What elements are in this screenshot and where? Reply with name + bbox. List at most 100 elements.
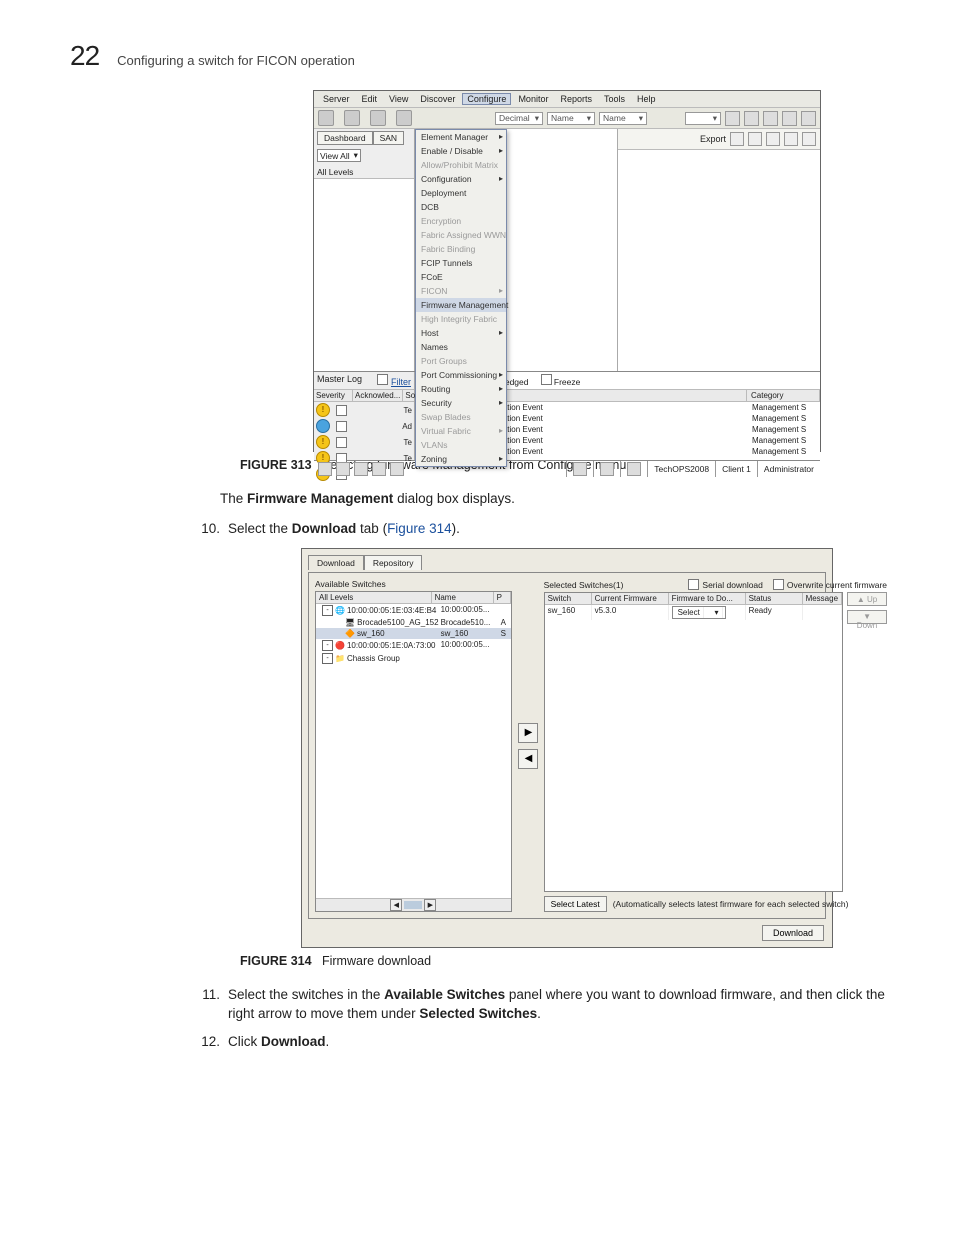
selected-switch-row[interactable]: sw_160 v5.3.0 Select▾ Ready [545,605,842,620]
download-button[interactable]: Download [762,925,824,941]
col-origin[interactable]: Origin [478,390,747,401]
menu-item[interactable]: Names [416,340,506,354]
toolbar-icon[interactable] [318,110,334,126]
menu-monitor[interactable]: Monitor [513,93,553,105]
move-right-button[interactable]: ▶ [518,723,538,743]
tree-row[interactable]: -🔴10:00:00:05:1E:0A:73:0010:00:00:05... [316,639,511,652]
figure-314-link[interactable]: Figure 314 [387,521,452,536]
filter-link[interactable]: Filter [391,377,411,387]
toolbar-icon[interactable] [725,111,740,126]
col-switch[interactable]: Switch [545,593,592,604]
toolbar-icon[interactable] [802,132,816,146]
menu-help[interactable]: Help [632,93,661,105]
col-firmware-todo[interactable]: Firmware to Do... [669,593,746,604]
col-severity[interactable]: Severity [314,390,353,401]
fit-icon[interactable] [766,132,780,146]
freeze-checkbox[interactable] [541,374,552,385]
toolbar-combo[interactable]: ▾ [685,112,721,125]
overwrite-checkbox[interactable] [773,579,784,590]
menu-item[interactable]: DCB [416,200,506,214]
firmware-select-combo[interactable]: Select▾ [672,606,726,619]
menu-item[interactable]: Deployment [416,186,506,200]
tab-dashboard[interactable]: Dashboard [317,131,373,145]
col-current-firmware[interactable]: Current Firmware [592,593,669,604]
view-all-combo[interactable]: View All▾ [317,149,361,162]
log-row[interactable]: Ad [314,418,414,434]
status-icon[interactable] [372,462,386,476]
configure-dropdown[interactable]: Element ManagerEnable / DisableAllow/Pro… [415,129,507,467]
move-up-button[interactable]: ▲ Up [847,592,887,606]
menu-item: VLANs [416,438,506,452]
menu-discover[interactable]: Discover [415,93,460,105]
zoom-in-icon[interactable] [730,132,744,146]
col-all-levels[interactable]: All Levels [316,592,432,603]
menu-item[interactable]: Security [416,396,506,410]
decimal-dropdown[interactable]: Decimal▾ [495,112,543,125]
menu-item[interactable]: Element Manager [416,130,506,144]
menu-item[interactable]: Enable / Disable [416,144,506,158]
ack-checkbox[interactable] [336,437,347,448]
tree-row[interactable]: -📁Chassis Group [316,652,511,665]
severity-icon [316,419,330,433]
menu-server[interactable]: Server [318,93,355,105]
expand-icon[interactable]: - [322,605,333,616]
move-left-button[interactable]: ◀ [518,749,538,769]
log-row[interactable]: Te [314,402,414,418]
menu-tools[interactable]: Tools [599,93,630,105]
name-dropdown[interactable]: Name▾ [599,112,647,125]
col-acknowledged[interactable]: Acknowled... [353,390,403,401]
log-row[interactable]: Te [314,434,414,450]
tab-repository[interactable]: Repository [364,555,423,570]
move-down-button[interactable]: ▼ Down [847,610,887,624]
menu-item[interactable]: FCoE [416,270,506,284]
col-name[interactable]: Name [432,592,494,603]
menubar[interactable]: Server Edit View Discover Configure Moni… [314,91,820,108]
tree-row[interactable]: -🌐10:00:00:05:1E:03:4E:B410:00:00:05... [316,604,511,617]
filter-checkbox[interactable] [377,374,388,385]
horizontal-scrollbar[interactable]: ◀▶ [316,898,511,911]
menu-reports[interactable]: Reports [555,93,597,105]
scroll-left-icon[interactable]: ◀ [390,899,402,911]
tree-row[interactable]: 🖥Brocade5100_AG_152Brocade510...A [316,617,511,628]
serial-download-checkbox[interactable] [688,579,699,590]
expand-icon[interactable]: - [322,640,333,651]
menu-item[interactable]: Zoning [416,452,506,466]
status-icon[interactable] [354,462,368,476]
node-icon: 📁 [335,654,345,663]
toolbar-icon[interactable] [784,132,798,146]
col-category[interactable]: Category [747,390,820,401]
menu-configure[interactable]: Configure [462,93,511,105]
toolbar-icon[interactable] [763,111,778,126]
status-icon[interactable] [336,462,350,476]
col-status[interactable]: Status [746,593,803,604]
toolbar-icon[interactable] [344,110,360,126]
expand-icon[interactable]: - [322,653,333,664]
col-message[interactable]: Message [803,593,842,604]
menu-edit[interactable]: Edit [357,93,383,105]
overwrite-label: Overwrite current firmware [787,580,887,590]
toolbar-icon[interactable] [744,111,759,126]
tab-san[interactable]: SAN [373,131,404,145]
scroll-right-icon[interactable]: ▶ [424,899,436,911]
toolbar-icon[interactable] [782,111,797,126]
menu-item[interactable]: Configuration [416,172,506,186]
menu-item[interactable]: Firmware Management [416,298,506,312]
ack-checkbox[interactable] [336,405,347,416]
menu-item[interactable]: Host [416,326,506,340]
ack-checkbox[interactable] [336,421,347,432]
toolbar-icon[interactable] [370,110,386,126]
status-icon[interactable] [390,462,404,476]
menu-item[interactable]: Routing [416,382,506,396]
menu-item[interactable]: FCIP Tunnels [416,256,506,270]
menu-item[interactable]: Port Commissioning [416,368,506,382]
toolbar-icon[interactable] [396,110,412,126]
help-icon[interactable] [801,111,816,126]
tab-download[interactable]: Download [308,555,364,570]
select-latest-button[interactable]: Select Latest [544,896,607,912]
zoom-out-icon[interactable] [748,132,762,146]
menu-view[interactable]: View [384,93,413,105]
status-icon[interactable] [318,462,332,476]
tree-row[interactable]: 🔶sw_160sw_160S [316,628,511,639]
col-p[interactable]: P [494,592,511,603]
name-dropdown[interactable]: Name▾ [547,112,595,125]
